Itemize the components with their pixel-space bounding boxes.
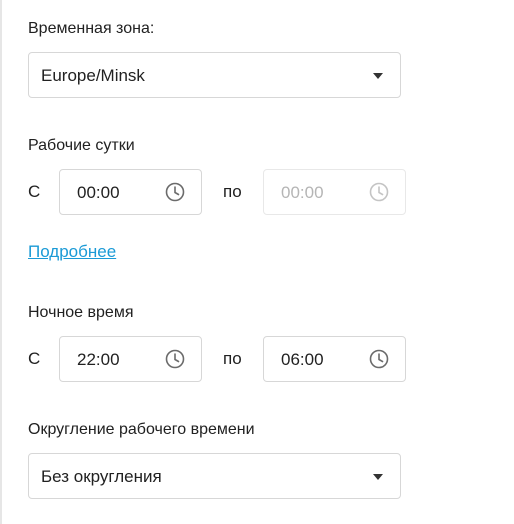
rounding-select[interactable]: Без округления bbox=[28, 453, 401, 499]
left-divider bbox=[0, 0, 2, 524]
work-day-label: Рабочие сутки bbox=[28, 137, 135, 154]
timezone-value: Europe/Minsk bbox=[41, 66, 145, 85]
work-day-from-field[interactable]: 00:00 bbox=[59, 169, 202, 215]
night-time-from-prefix: С bbox=[28, 349, 41, 368]
more-details-link[interactable]: Подробнее bbox=[28, 242, 116, 262]
clock-icon[interactable] bbox=[165, 349, 185, 369]
night-time-label: Ночное время bbox=[28, 304, 134, 321]
rounding-value: Без округления bbox=[41, 467, 162, 486]
timezone-label: Временная зона: bbox=[28, 20, 155, 37]
work-day-to-field: 00:00 bbox=[263, 169, 406, 215]
rounding-label: Округление рабочего времени bbox=[28, 421, 255, 438]
caret-down-icon bbox=[373, 474, 383, 480]
clock-icon bbox=[369, 182, 389, 202]
work-day-from-value: 00:00 bbox=[77, 183, 120, 202]
night-time-to-field[interactable]: 06:00 bbox=[263, 336, 406, 382]
work-day-to-prefix: по bbox=[223, 182, 242, 201]
clock-icon[interactable] bbox=[165, 182, 185, 202]
caret-down-icon bbox=[373, 73, 383, 79]
work-day-from-prefix: С bbox=[28, 182, 41, 201]
clock-icon[interactable] bbox=[369, 349, 389, 369]
night-time-to-prefix: по bbox=[223, 349, 242, 368]
night-time-to-value: 06:00 bbox=[281, 350, 324, 369]
night-time-from-field[interactable]: 22:00 bbox=[59, 336, 202, 382]
work-day-to-value: 00:00 bbox=[281, 183, 324, 202]
timezone-select[interactable]: Europe/Minsk bbox=[28, 52, 401, 98]
night-time-from-value: 22:00 bbox=[77, 350, 120, 369]
